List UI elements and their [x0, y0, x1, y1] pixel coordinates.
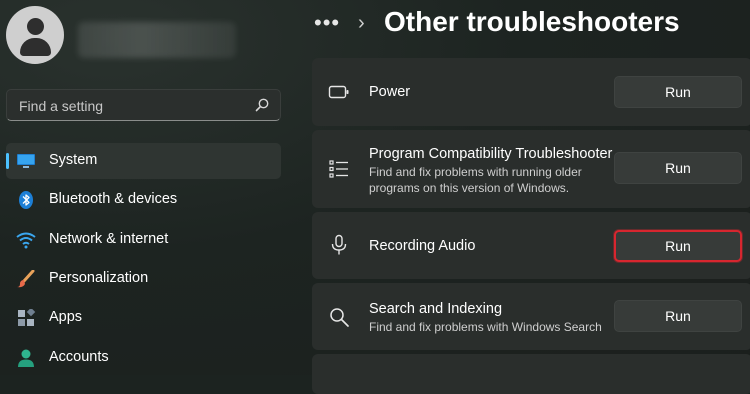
search-input[interactable]: [17, 90, 256, 122]
sidebar-item-system[interactable]: System: [6, 143, 281, 179]
breadcrumb-more-button[interactable]: •••: [314, 10, 340, 36]
sidebar-item-network[interactable]: Network & internet: [6, 222, 281, 258]
sidebar-item-accounts[interactable]: Accounts: [6, 340, 281, 376]
sidebar-item-label: Accounts: [49, 349, 109, 365]
troubleshooter-card-program-compatibility: Program Compatibility Troubleshooter Fin…: [312, 130, 750, 208]
run-power-button[interactable]: Run: [614, 76, 742, 108]
run-recording-audio-button[interactable]: Run: [614, 230, 742, 262]
selected-indicator: [6, 153, 9, 169]
breadcrumb-separator-icon: ›: [358, 12, 365, 34]
search-icon: [330, 308, 349, 327]
bluetooth-icon: [19, 191, 33, 209]
search-icon[interactable]: [254, 97, 270, 113]
battery-icon: [328, 85, 349, 99]
monitor-icon: [17, 154, 35, 168]
sidebar-item-bluetooth[interactable]: Bluetooth & devices: [6, 182, 281, 218]
person-icon: [18, 349, 34, 367]
troubleshooter-card-recording-audio: Recording Audio Run: [312, 212, 750, 279]
brush-icon: [17, 270, 35, 288]
troubleshooter-description: Find and fix problems with Windows Searc…: [369, 320, 602, 334]
avatar-head: [27, 18, 44, 35]
run-search-indexing-button[interactable]: Run: [614, 300, 742, 332]
sidebar-item-label: System: [49, 152, 98, 168]
sidebar-item-apps[interactable]: Apps: [6, 300, 281, 336]
troubleshooter-description: Find and fix problems with running older…: [369, 165, 582, 195]
avatar-shoulders: [20, 38, 51, 56]
troubleshooter-title: Program Compatibility Troubleshooter: [369, 146, 613, 162]
list-icon: [329, 160, 348, 178]
troubleshooter-card-next: [312, 354, 750, 394]
find-setting-search-box[interactable]: [6, 89, 281, 122]
troubleshooter-title: Search and Indexing: [369, 301, 503, 317]
username-blurred: [78, 22, 236, 58]
sidebar-item-label: Network & internet: [49, 231, 169, 247]
run-program-compatibility-button[interactable]: Run: [614, 152, 742, 184]
troubleshooter-card-power: Power Run: [312, 58, 750, 126]
microphone-icon: [331, 234, 347, 255]
sidebar-item-label: Apps: [49, 309, 83, 325]
sidebar-item-personalization[interactable]: Personalization: [6, 261, 281, 297]
troubleshooter-card-search-indexing: Search and Indexing Find and fix problem…: [312, 283, 750, 350]
sidebar-item-label: Personalization: [49, 270, 149, 286]
page-title: Other troubleshooters: [384, 6, 680, 37]
troubleshooter-title: Recording Audio: [369, 238, 476, 254]
sidebar-item-label: Bluetooth & devices: [49, 191, 178, 207]
wifi-icon: [16, 232, 36, 249]
troubleshooter-title: Power: [369, 84, 411, 100]
avatar[interactable]: [6, 6, 64, 64]
apps-icon: [18, 309, 36, 326]
